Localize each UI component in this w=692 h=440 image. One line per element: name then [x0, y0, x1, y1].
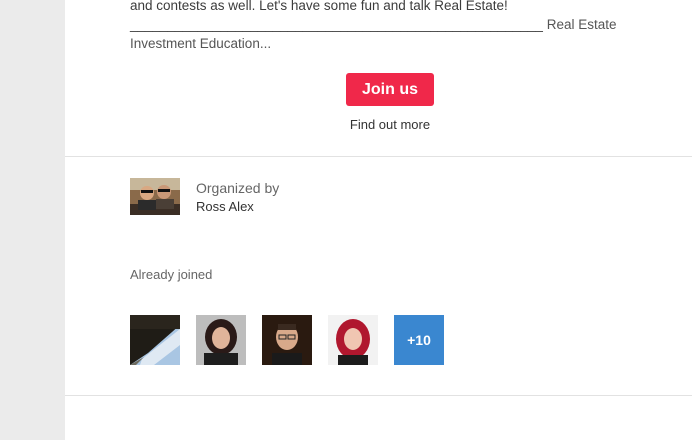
event-details-panel: and contests as well. Let's have some fu…: [65, 0, 692, 440]
organized-by-label: Organized by: [196, 180, 280, 196]
description-rule: ________________________________________…: [130, 17, 543, 32]
already-joined-label: Already joined: [130, 267, 213, 282]
section-divider: [65, 156, 692, 157]
description-line: Investment Education...: [130, 36, 272, 51]
section-divider: [65, 395, 692, 396]
organizer-name[interactable]: Ross Alex: [196, 199, 254, 214]
event-description: and contests as well. Let's have some fu…: [130, 0, 617, 53]
description-line: and contests as well. Let's have some fu…: [130, 0, 508, 13]
attendee-avatar[interactable]: [262, 315, 312, 365]
attendee-avatar[interactable]: [130, 315, 180, 365]
attendee-avatar[interactable]: [196, 315, 246, 365]
join-us-button[interactable]: Join us: [346, 73, 434, 106]
organizer-avatar[interactable]: [130, 178, 180, 215]
description-text: Real Estate: [546, 17, 617, 32]
find-out-more-link[interactable]: Find out more: [345, 117, 435, 132]
more-attendees-badge[interactable]: +10: [394, 315, 444, 365]
attendee-avatar[interactable]: [328, 315, 378, 365]
description-line: ________________________________________…: [130, 15, 617, 34]
